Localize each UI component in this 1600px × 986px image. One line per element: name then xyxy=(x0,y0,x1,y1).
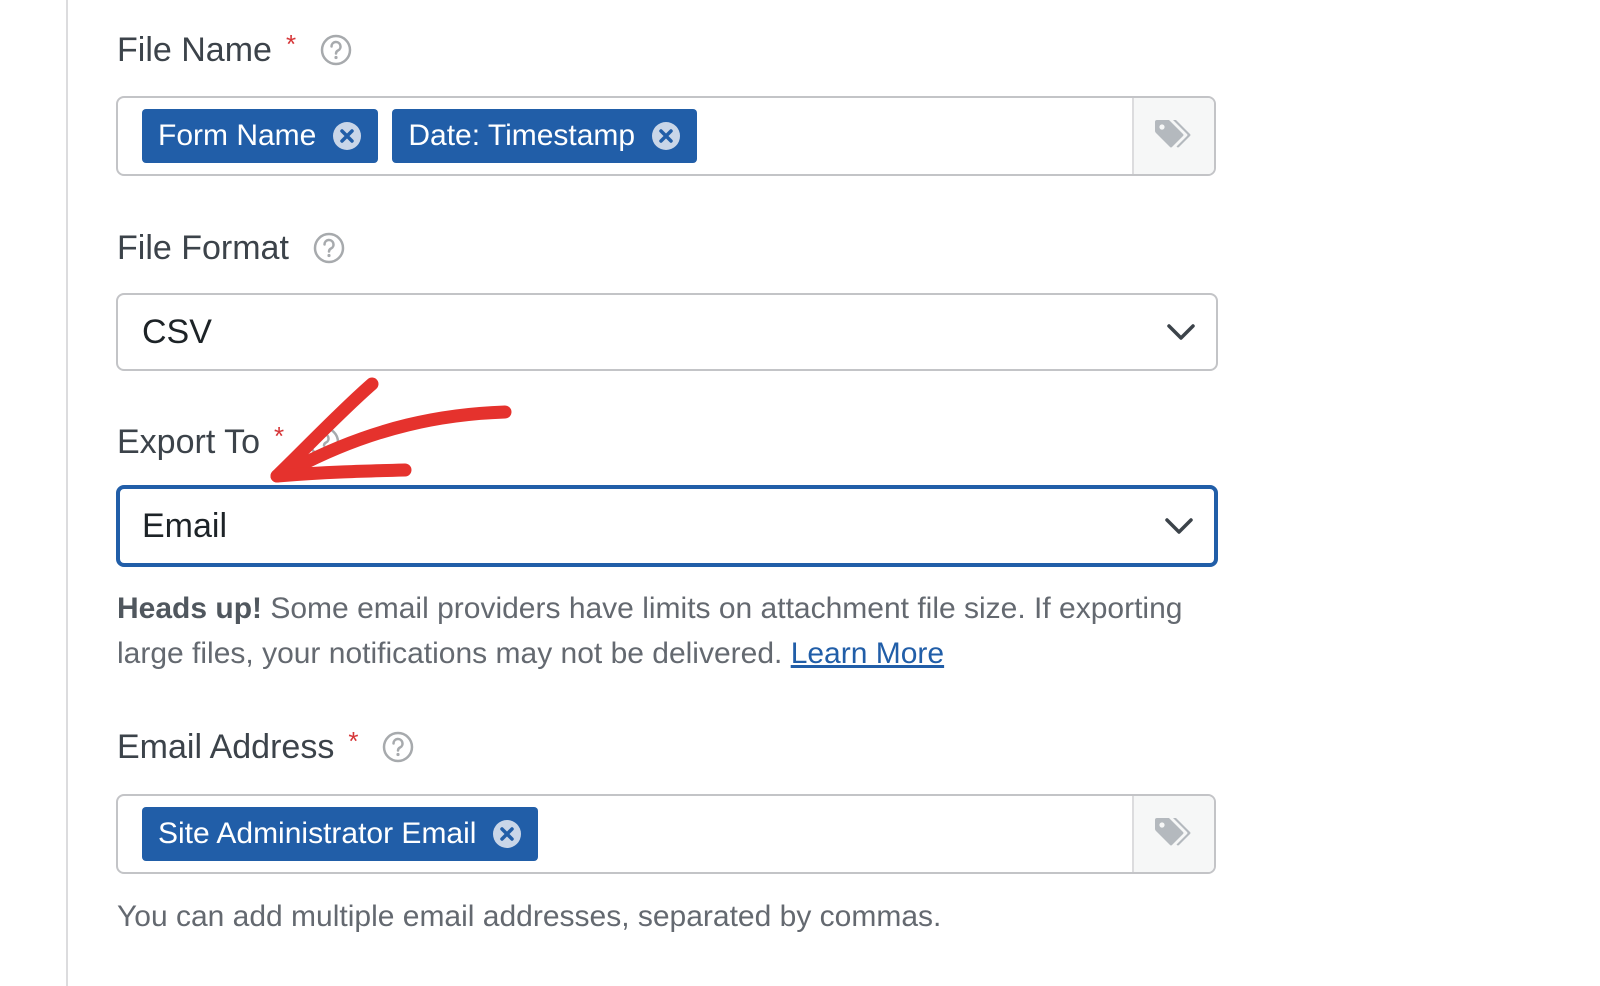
learn-more-link[interactable]: Learn More xyxy=(791,637,944,670)
file-name-tag-list: Form Name Date: Timestamp xyxy=(118,98,1132,174)
remove-circle-icon[interactable] xyxy=(332,121,362,151)
question-circle-icon[interactable] xyxy=(313,232,345,264)
required-asterisk: * xyxy=(285,28,297,59)
email-address-label: Email Address xyxy=(117,727,335,766)
tag-chip-label: Site Administrator Email xyxy=(158,817,477,850)
tag-chip-form-name: Form Name xyxy=(142,109,379,163)
required-asterisk: * xyxy=(348,725,359,756)
red-arrow-annotation xyxy=(270,377,512,483)
notice-heading: Heads up! xyxy=(117,592,263,625)
file-name-label-row: File Name * xyxy=(117,28,352,72)
question-circle-icon[interactable] xyxy=(320,34,352,66)
email-address-tag-list: Site Administrator Email xyxy=(118,796,1132,872)
file-name-label: File Name xyxy=(117,30,272,69)
panel-divider xyxy=(66,0,68,986)
tags-icon[interactable] xyxy=(1132,98,1214,174)
export-to-label: Export To xyxy=(117,422,261,461)
notice-text: Some email providers have limits on atta… xyxy=(117,592,1183,670)
file-name-smart-tag-field[interactable]: Form Name Date: Timestamp xyxy=(116,96,1216,176)
email-address-smart-tag-field[interactable]: Site Administrator Email xyxy=(116,794,1216,874)
file-format-label: File Format xyxy=(117,228,289,267)
tag-chip-label: Date: Timestamp xyxy=(408,119,636,152)
tag-chip-label: Form Name xyxy=(158,119,317,152)
remove-circle-icon[interactable] xyxy=(651,121,681,151)
export-to-value: Email xyxy=(142,506,228,545)
file-format-select[interactable]: CSV xyxy=(116,293,1218,371)
email-size-notice: Heads up! Some email providers have limi… xyxy=(117,586,1237,676)
tag-chip-site-administrator-email: Site Administrator Email xyxy=(142,807,539,861)
tag-chip-date-timestamp: Date: Timestamp xyxy=(392,109,698,163)
export-settings-panel: File Name * Form Name Date: Timestamp Fi… xyxy=(0,0,1600,986)
file-format-value: CSV xyxy=(142,312,212,351)
chevron-down-icon xyxy=(1164,315,1198,349)
chevron-down-icon xyxy=(1162,509,1196,543)
remove-circle-icon[interactable] xyxy=(492,819,522,849)
question-circle-icon[interactable] xyxy=(382,731,414,763)
email-address-label-row: Email Address * xyxy=(117,725,414,769)
email-address-hint: You can add multiple email addresses, se… xyxy=(117,900,942,933)
export-to-select[interactable]: Email xyxy=(116,485,1218,567)
tags-icon[interactable] xyxy=(1132,796,1214,872)
file-format-label-row: File Format xyxy=(117,226,345,270)
